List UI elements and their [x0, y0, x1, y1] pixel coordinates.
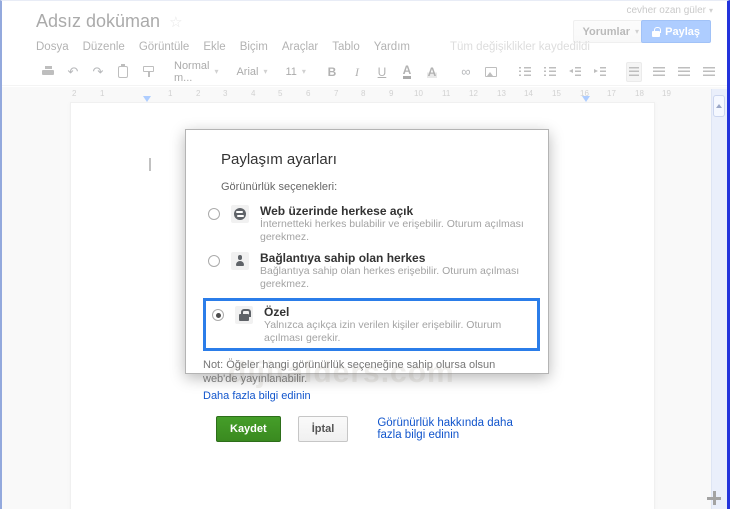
visibility-option-private[interactable]: Özel Yalnızca açıkça izin verilen kişile… — [212, 305, 531, 345]
link-person-icon — [231, 252, 249, 270]
option-text: Bağlantıya sahip olan herkes Bağlantıya … — [260, 251, 524, 291]
google-docs-window: cevher ozan güler▾ Adsız doküman ☆ Yorum… — [0, 0, 730, 509]
globe-icon — [231, 205, 249, 223]
dialog-title: Paylaşım ayarları — [221, 151, 337, 168]
save-button[interactable]: Kaydet — [216, 416, 281, 442]
dialog-subtitle: Görünürlük seçenekleri: — [221, 181, 338, 193]
move-handle-icon — [707, 491, 721, 505]
learn-more-link[interactable]: Daha fazla bilgi edinin — [203, 390, 311, 402]
option-label: Özel — [264, 305, 290, 319]
vertical-scrollbar[interactable] — [711, 89, 727, 509]
dialog-actions: Kaydet İptal Görünürlük hakkında daha fa… — [216, 416, 524, 442]
visibility-help-link[interactable]: Görünürlük hakkında daha fazla bilgi edi… — [377, 417, 524, 441]
option-label: Web üzerinde herkese açık — [260, 204, 414, 218]
option-label: Bağlantıya sahip olan herkes — [260, 251, 426, 265]
scroll-up-button[interactable] — [713, 95, 725, 117]
sharing-settings-dialog: Paylaşım ayarları Görünürlük seçenekleri… — [185, 129, 549, 442]
highlight-annotation-box: Özel Yalnızca açıkça izin verilen kişile… — [203, 298, 540, 351]
radio-private[interactable] — [212, 309, 224, 321]
visibility-option-anyone-with-link[interactable]: Bağlantıya sahip olan herkes Bağlantıya … — [208, 251, 524, 291]
option-text: Özel Yalnızca açıkça izin verilen kişile… — [264, 305, 531, 345]
option-description: İnternetteki herkes bulabilir ve erişebi… — [260, 218, 524, 243]
radio-anyone-with-link[interactable] — [208, 255, 220, 267]
option-text: Web üzerinde herkese açık İnternetteki h… — [260, 204, 524, 244]
visibility-option-public[interactable]: Web üzerinde herkese açık İnternetteki h… — [208, 204, 524, 244]
radio-public[interactable] — [208, 208, 220, 220]
option-description: Yalnızca açıkça izin verilen kişiler eri… — [264, 319, 502, 344]
option-description: Bağlantıya sahip olan herkes erişebilir.… — [260, 265, 520, 290]
cancel-button[interactable]: İptal — [297, 416, 349, 442]
watermark-text: dijitalders.com — [228, 356, 455, 389]
lock-icon — [235, 306, 253, 324]
